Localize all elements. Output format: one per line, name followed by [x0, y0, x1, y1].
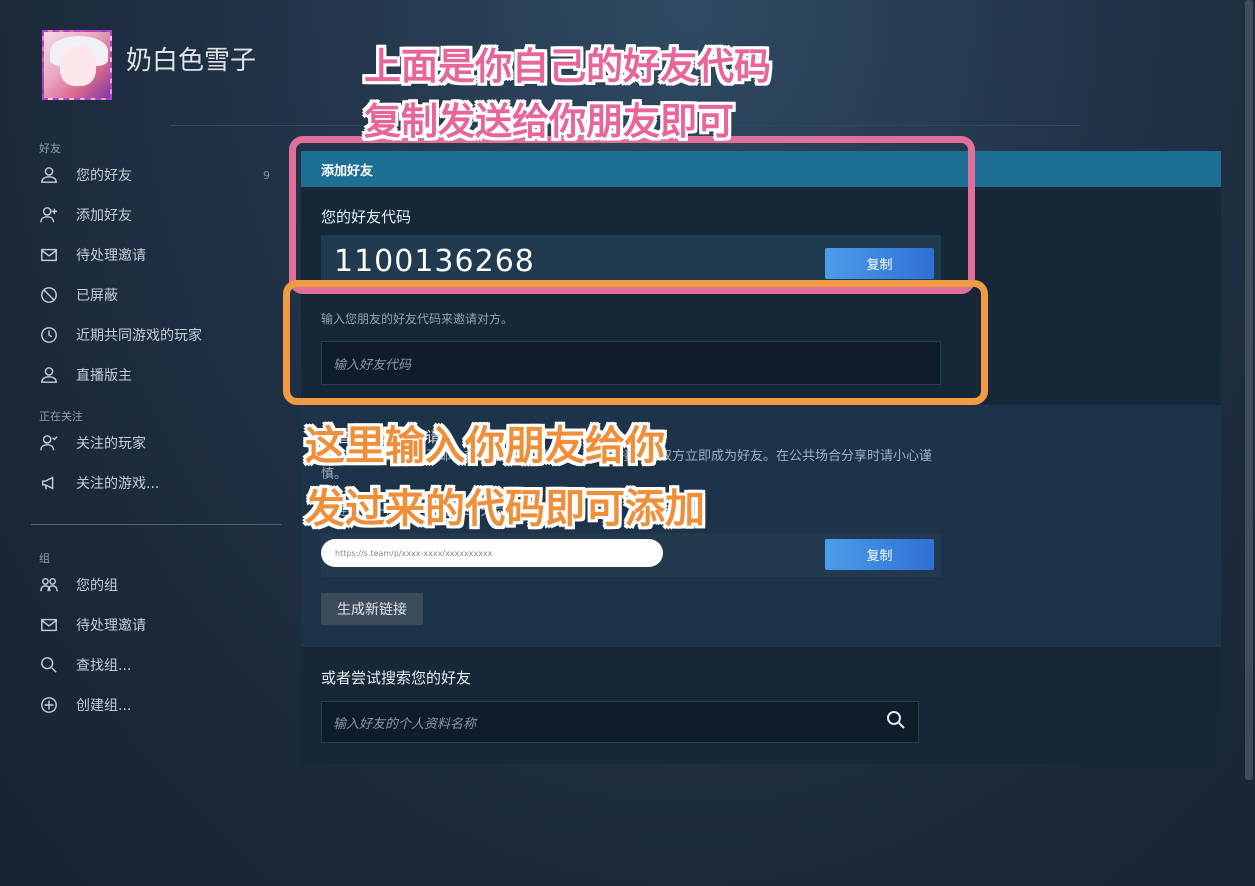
sidebar-item-create-group[interactable]: 创建组...	[38, 690, 278, 720]
copy-code-button[interactable]: 复制	[825, 248, 934, 279]
avatar-face	[60, 46, 96, 86]
plus-circle-icon	[38, 694, 60, 716]
panel-title: 添加好友	[301, 151, 1221, 187]
megaphone-icon	[38, 472, 60, 494]
sidebar-item-label: 您的好友	[76, 168, 132, 184]
friend-code-input[interactable]: 输入好友代码	[321, 341, 941, 385]
search-icon	[38, 654, 60, 676]
follow-person-icon	[38, 432, 60, 454]
envelope-icon	[38, 244, 60, 266]
add-person-icon	[38, 204, 60, 226]
envelope-icon	[38, 614, 60, 636]
sidebar-item-label: 待处理邀请	[76, 618, 146, 634]
sidebar-item-find-groups[interactable]: 查找组...	[38, 650, 278, 680]
sidebar-item-label: 待处理邀请	[76, 248, 146, 264]
sidebar-item-label: 直播版主	[76, 368, 132, 384]
friend-code-input-placeholder: 输入好友代码	[333, 357, 412, 373]
sidebar-item-label: 已屏蔽	[76, 288, 118, 304]
sidebar-item-blocked[interactable]: 已屏蔽	[38, 280, 278, 310]
friend-code-title: 您的好友代码	[321, 208, 412, 226]
section-label-friends: 好友	[39, 142, 61, 155]
profile-name[interactable]: 奶白色雪子	[126, 40, 256, 77]
annotation-orange-line2: 发过来的代码即可添加	[305, 486, 705, 532]
friend-code-value[interactable]: 1100136268	[334, 244, 535, 279]
avatar[interactable]	[42, 30, 112, 100]
sidebar-item-label: 查找组...	[76, 658, 132, 674]
sidebar-item-followed-players[interactable]: 关注的玩家	[38, 428, 278, 458]
blocked-icon	[38, 284, 60, 306]
generate-link-button[interactable]: 生成新链接	[321, 593, 423, 625]
sidebar-item-label: 您的组	[76, 578, 118, 594]
search-friends-input[interactable]: 输入好友的个人资料名称	[321, 701, 919, 743]
sidebar-item-your-friends[interactable]: 您的好友 9	[38, 160, 278, 190]
sidebar-item-label: 关注的游戏...	[76, 476, 160, 492]
sidebar-item-label: 近期共同游戏的玩家	[76, 328, 202, 344]
clock-icon	[38, 324, 60, 346]
sidebar-item-label: 关注的玩家	[76, 436, 146, 452]
copy-link-button[interactable]: 复制	[825, 539, 934, 570]
annotation-pink-line2: 复制发送给你朋友即可	[364, 100, 734, 143]
search-icon[interactable]	[886, 710, 908, 732]
friend-code-hint: 输入您朋友的好友代码来邀请对方。	[321, 312, 514, 326]
sidebar-item-label: 添加好友	[76, 208, 132, 224]
sidebar-item-broadcast-moderators[interactable]: 直播版主	[38, 360, 278, 390]
section-label-groups: 组	[39, 552, 50, 565]
annotation-orange-line1: 这里输入你朋友给你	[305, 423, 665, 469]
sidebar-item-recent-players[interactable]: 近期共同游戏的玩家	[38, 320, 278, 350]
friends-count: 9	[263, 168, 270, 182]
group-icon	[38, 574, 60, 596]
invite-link-redacted[interactable]: https://s.team/p/xxxx-xxxx/xxxxxxxxxx	[321, 539, 663, 567]
sidebar-item-pending-invites[interactable]: 待处理邀请	[38, 240, 278, 270]
annotation-pink-line1: 上面是你自己的好友代码	[364, 45, 771, 88]
sidebar-item-followed-games[interactable]: 关注的游戏...	[38, 468, 278, 498]
scrollbar[interactable]	[1245, 0, 1253, 780]
person-icon	[38, 164, 60, 186]
sidebar-item-group-invites[interactable]: 待处理邀请	[38, 610, 278, 640]
sidebar-item-add-friend[interactable]: 添加好友	[38, 200, 278, 230]
sidebar-item-your-groups[interactable]: 您的组	[38, 570, 278, 600]
search-friends-title: 或者尝试搜索您的好友	[321, 669, 472, 687]
section-label-following: 正在关注	[39, 410, 83, 423]
sidebar-divider	[31, 524, 281, 525]
sidebar-item-label: 创建组...	[76, 698, 132, 714]
person-icon	[38, 364, 60, 386]
search-friends-placeholder: 输入好友的个人资料名称	[333, 716, 477, 732]
